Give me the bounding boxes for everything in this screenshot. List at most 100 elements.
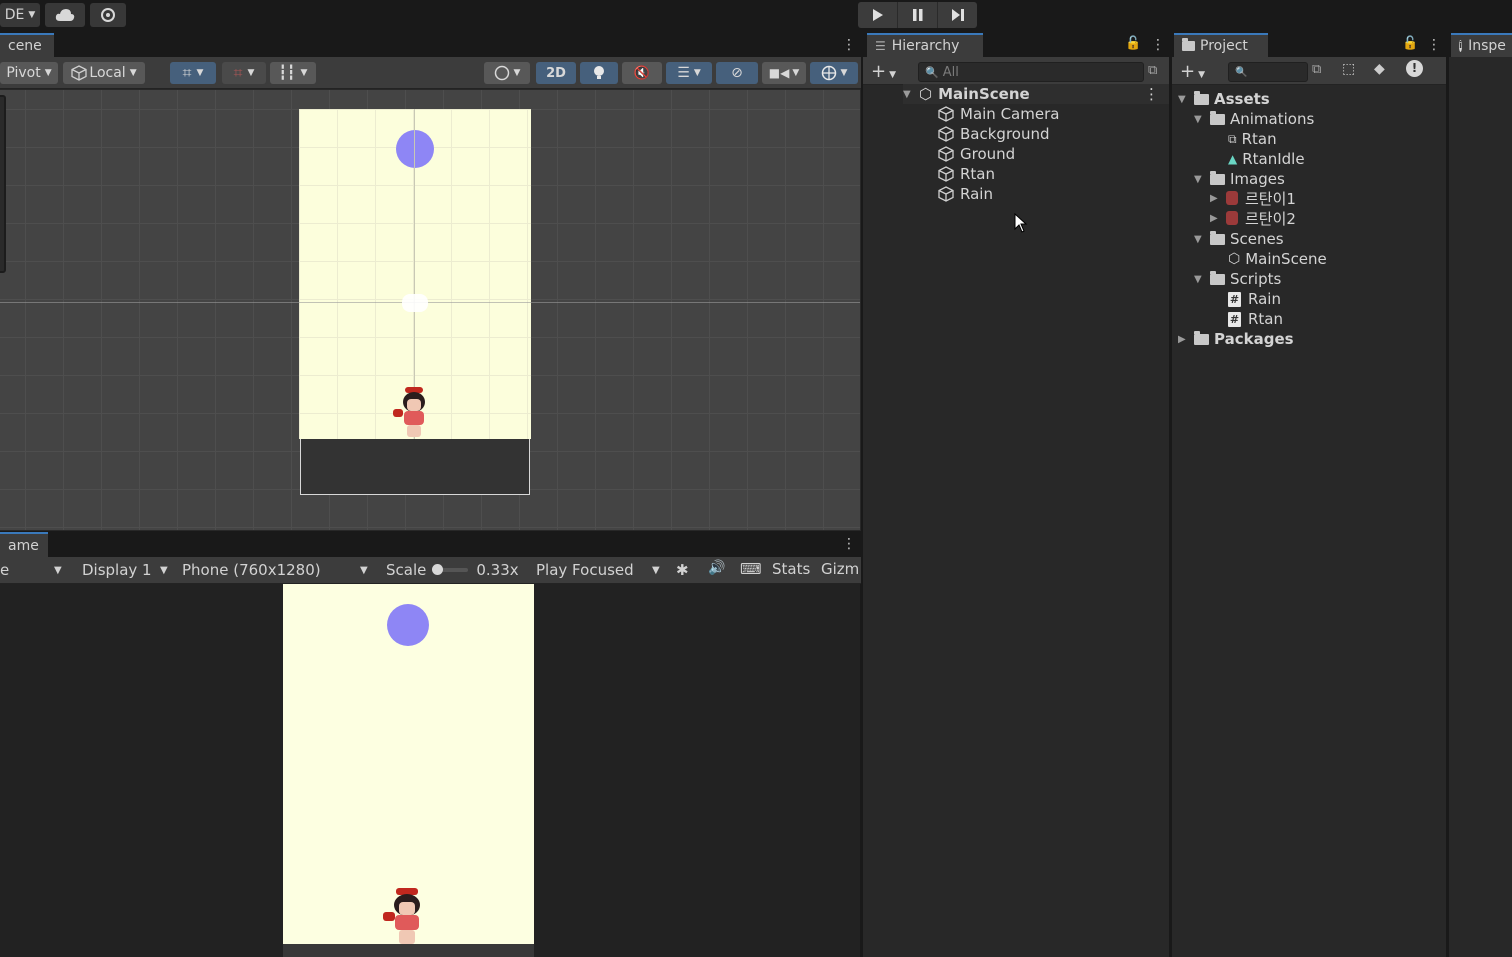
gizmos-button[interactable]: Gizm — [821, 560, 861, 578]
visibility-toggle-button[interactable]: ⊘ — [716, 62, 758, 84]
asset-item[interactable]: ▲ RtanIdle — [1228, 149, 1305, 169]
rain-drop-sprite[interactable] — [396, 130, 434, 168]
folder-scripts[interactable]: ▼ Scripts — [1194, 269, 1281, 289]
expand-arrow-icon[interactable]: ▼ — [1178, 94, 1194, 105]
lock-icon[interactable]: 🔓 — [1402, 36, 1418, 51]
list-item[interactable]: Background — [938, 124, 1050, 144]
game-menu-icon[interactable]: ⋮ — [842, 536, 856, 552]
account-dropdown[interactable]: DE ▼ — [0, 3, 40, 27]
tab-hierarchy[interactable]: ☰ Hierarchy — [867, 33, 983, 57]
scene-overlay-toolbar[interactable] — [0, 95, 6, 273]
lighting-toggle-button[interactable] — [580, 62, 618, 84]
create-asset-button[interactable]: + ▼ — [1180, 61, 1205, 82]
list-item[interactable]: Rain — [938, 184, 993, 204]
scale-slider[interactable] — [432, 564, 469, 575]
project-search-input[interactable]: 🔍 — [1228, 62, 1308, 82]
expand-arrow-icon[interactable]: ▶ — [1210, 193, 1226, 204]
hierarchy-search-input[interactable]: 🔍 All — [918, 62, 1144, 82]
folder-images[interactable]: ▼ Images — [1194, 169, 1285, 189]
grid-visibility-button[interactable]: ⌗ ▼ — [222, 62, 266, 84]
scene-menu-icon[interactable]: ⋮ — [1144, 85, 1159, 103]
display-dropdown[interactable]: Display 1 ▼ — [82, 560, 174, 580]
game-viewport[interactable] — [0, 584, 860, 957]
folder-animations[interactable]: ▼ Animations — [1194, 109, 1314, 129]
game-mode-dropdown[interactable]: e ▼ — [0, 560, 70, 580]
filter-label-icon[interactable]: ◆ — [1374, 61, 1385, 77]
resolution-dropdown[interactable]: Phone (760x1280) ▼ — [182, 560, 372, 580]
pause-button[interactable] — [898, 2, 938, 28]
plus-icon: + — [871, 61, 887, 82]
folder-assets[interactable]: ▼ Assets — [1178, 89, 1270, 109]
game-screen[interactable] — [283, 584, 534, 944]
scene-viewport[interactable] — [0, 90, 860, 530]
audio-toggle-button[interactable]: 🔇 — [622, 62, 662, 84]
expand-arrow-icon[interactable]: ▼ — [1194, 234, 1210, 245]
folder-scenes[interactable]: ▼ Scenes — [1194, 229, 1284, 249]
play-mode-dropdown[interactable]: Play Focused ▼ — [536, 560, 666, 580]
account-label: DE — [4, 7, 25, 23]
pivot-dropdown[interactable]: Pivot ▼ — [0, 62, 58, 84]
object-label: Background — [960, 125, 1050, 143]
chevron-down-icon: ▼ — [840, 68, 848, 78]
list-item[interactable]: Ground — [938, 144, 1015, 164]
add-object-button[interactable]: + ▼ — [871, 61, 896, 82]
search-scope-icon[interactable]: ⧉ — [1312, 62, 1321, 77]
ground-sprite[interactable] — [300, 439, 530, 495]
list-item[interactable]: Main Camera — [938, 104, 1059, 124]
scene-root-row[interactable]: ▼ ⬡ MainScene ⋮ — [903, 84, 1169, 104]
info-icon[interactable]: ! — [1406, 60, 1423, 77]
expand-arrow-icon[interactable]: ▼ — [1194, 114, 1210, 125]
list-item[interactable]: Rtan — [938, 164, 995, 184]
project-menu-icon[interactable]: ⋮ — [1427, 37, 1441, 53]
display-label: Display 1 — [82, 561, 152, 579]
play-mode-label: Play Focused — [536, 561, 634, 579]
asset-item[interactable]: # Rain — [1228, 289, 1281, 309]
tab-project[interactable]: Project — [1174, 33, 1268, 57]
draw-mode-dropdown[interactable]: ▼ — [484, 62, 530, 84]
expand-arrow-icon[interactable]: ▼ — [903, 89, 919, 100]
gizmos-dropdown[interactable]: ▼ — [810, 62, 858, 84]
inspector-tabbar: i Inspe — [1449, 33, 1512, 57]
increment-snap-button[interactable]: ┇┇ ▼ — [270, 62, 316, 84]
camera-dropdown[interactable]: ■◀ ▼ — [762, 62, 806, 84]
scene-toolbar: Pivot▼ Local▼ ⌗▼ ⌗▼ ┇┇▼ ▼ 2D 🔇 ☰▼ — [0, 57, 861, 89]
keyboard-icon[interactable]: ⌨ — [740, 560, 762, 578]
bug-icon[interactable]: ✱ — [676, 561, 689, 579]
filter-type-icon[interactable]: ⬚ — [1342, 61, 1355, 77]
tab-inspector[interactable]: i Inspe — [1451, 33, 1512, 57]
scene-visibility-icon[interactable]: ⧉ — [1148, 63, 1157, 78]
scale-label: Scale — [386, 561, 427, 579]
camera-gizmo-icon[interactable] — [402, 294, 428, 312]
collab-button[interactable] — [90, 3, 126, 27]
folder-packages[interactable]: ▶ Packages — [1178, 329, 1294, 349]
expand-arrow-icon[interactable]: ▶ — [1178, 334, 1194, 345]
tab-game[interactable]: ame — [0, 532, 48, 557]
expand-arrow-icon[interactable]: ▼ — [1194, 274, 1210, 285]
2d-toggle-button[interactable]: 2D — [536, 62, 576, 84]
step-button[interactable] — [938, 2, 977, 28]
cloud-button[interactable] — [45, 3, 85, 27]
speaker-icon[interactable]: 🔊 — [708, 560, 725, 576]
scene-menu-icon[interactable]: ⋮ — [842, 37, 856, 53]
grid-snap-button[interactable]: ⌗ ▼ — [170, 62, 216, 84]
stats-button[interactable]: Stats — [772, 560, 810, 578]
asset-item[interactable]: ⧉ Rtan — [1228, 129, 1277, 149]
local-dropdown[interactable]: Local ▼ — [63, 62, 145, 84]
expand-arrow-icon[interactable]: ▶ — [1210, 213, 1226, 224]
expand-arrow-icon[interactable]: ▼ — [1194, 174, 1210, 185]
rtan-sprite — [383, 888, 431, 946]
project-panel: Project 🔓 ⋮ + ▼ 🔍 ⧉ ⬚ ◆ ! ▼ Assets ▼ Animat… — [1172, 33, 1446, 957]
asset-item[interactable]: ▶ 르탄이2 — [1210, 208, 1296, 228]
effects-dropdown[interactable]: ☰ ▼ — [666, 62, 712, 84]
asset-item[interactable]: ▶ 르탄이1 — [1210, 188, 1296, 208]
play-button[interactable] — [858, 2, 898, 28]
hierarchy-menu-icon[interactable]: ⋮ — [1151, 37, 1165, 53]
tab-scene[interactable]: cene — [0, 33, 54, 57]
asset-item[interactable]: ⬡ MainScene — [1228, 249, 1327, 269]
lock-icon[interactable]: 🔓 — [1125, 36, 1141, 51]
scale-slider-handle[interactable] — [432, 564, 444, 575]
unity-scene-icon: ⬡ — [1228, 251, 1241, 267]
rtan-sprite[interactable] — [393, 387, 435, 439]
asset-item[interactable]: # Rtan — [1228, 309, 1283, 329]
dropdown-arrow-icon: ▼ — [160, 564, 168, 576]
